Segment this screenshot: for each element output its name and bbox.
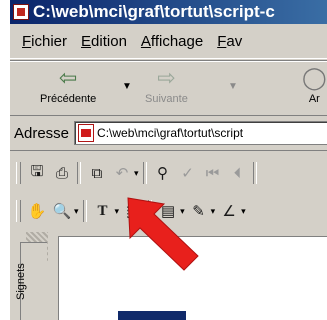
pdf-app-icon <box>13 4 29 20</box>
back-label: Précédente <box>40 93 97 105</box>
forward-button[interactable]: ⇨ Suivante <box>145 65 188 105</box>
print-icon[interactable]: ⎙ <box>51 162 73 184</box>
forward-label: Suivante <box>145 93 188 105</box>
stop-label: Ar <box>308 93 320 105</box>
line-icon[interactable]: ∠ <box>218 200 240 222</box>
forward-dropdown-icon[interactable]: ▼ <box>228 81 238 92</box>
address-input[interactable]: C:\web\mci\graf\tortut\script <box>74 121 327 145</box>
text-select-dropdown-icon[interactable]: ▾ <box>115 206 120 217</box>
save-icon[interactable]: 🖫 <box>26 162 48 184</box>
window-title: C:\web\mci\graf\tortut\script-c <box>33 2 275 21</box>
pdf-file-icon <box>78 124 95 142</box>
hand-tool-icon[interactable]: ✋ <box>26 200 48 222</box>
navigation-toolbar: ⇦ Précédente ▼ ⇨ Suivante ▼ ◯ Ar <box>10 60 327 116</box>
address-bar: Adresse C:\web\mci\graf\tortut\script <box>10 116 327 151</box>
zoom-icon[interactable]: 🔍 <box>51 200 73 222</box>
back-arrow-icon: ⇦ <box>58 65 78 90</box>
zoom-dropdown-icon[interactable]: ▾ <box>74 206 79 217</box>
pencil-dropdown-icon[interactable]: ▾ <box>211 206 216 217</box>
address-label: Adresse <box>14 124 70 142</box>
toolbar-separator <box>82 200 87 222</box>
copy-icon[interactable]: ⧉ <box>86 162 108 184</box>
toolbar-separator <box>77 162 81 184</box>
menu-edition[interactable]: Edition <box>81 33 127 50</box>
toolbar-separator <box>142 162 147 184</box>
find-icon[interactable]: ⚲ <box>152 162 174 184</box>
prev-page-icon[interactable]: ⏴ <box>227 162 249 184</box>
toolbar-grip[interactable] <box>16 162 21 184</box>
acrobat-toolbar-1: 🖫 ⎙ ⧉ ↶ ▾ ⚲ ✓ ⏮ ⏴ <box>10 158 327 188</box>
back-dropdown-icon[interactable]: ▼ <box>122 81 132 92</box>
undo-dropdown-icon[interactable]: ▾ <box>134 168 139 179</box>
toolbar-separator <box>252 162 257 184</box>
red-pointer-arrow-icon <box>127 197 199 271</box>
menu-favoris[interactable]: Fav <box>217 33 242 50</box>
line-dropdown-icon[interactable]: ▾ <box>241 206 246 217</box>
first-page-icon[interactable]: ⏮ <box>202 162 224 184</box>
toolbar-grip[interactable] <box>16 200 21 222</box>
text-selection-highlight <box>118 311 186 320</box>
forward-arrow-icon: ⇨ <box>157 65 176 90</box>
menu-affichage[interactable]: Affichage <box>141 33 203 50</box>
signets-tab-label: Signets <box>15 263 27 300</box>
undo-icon[interactable]: ↶ <box>111 162 133 184</box>
address-value: C:\web\mci\graf\tortut\script <box>97 126 244 140</box>
menu-fichier[interactable]: Fichier <box>22 33 67 50</box>
stop-icon: ◯ <box>302 65 327 90</box>
stop-button[interactable]: ◯ Ar <box>302 65 327 105</box>
menu-bar: Fichier Edition Affichage Fav <box>10 24 327 59</box>
spellcheck-icon[interactable]: ✓ <box>177 162 199 184</box>
title-bar[interactable]: C:\web\mci\graf\tortut\script-c <box>10 0 327 24</box>
text-select-icon[interactable]: T <box>92 200 114 222</box>
back-button[interactable]: ⇦ Précédente <box>40 65 96 105</box>
